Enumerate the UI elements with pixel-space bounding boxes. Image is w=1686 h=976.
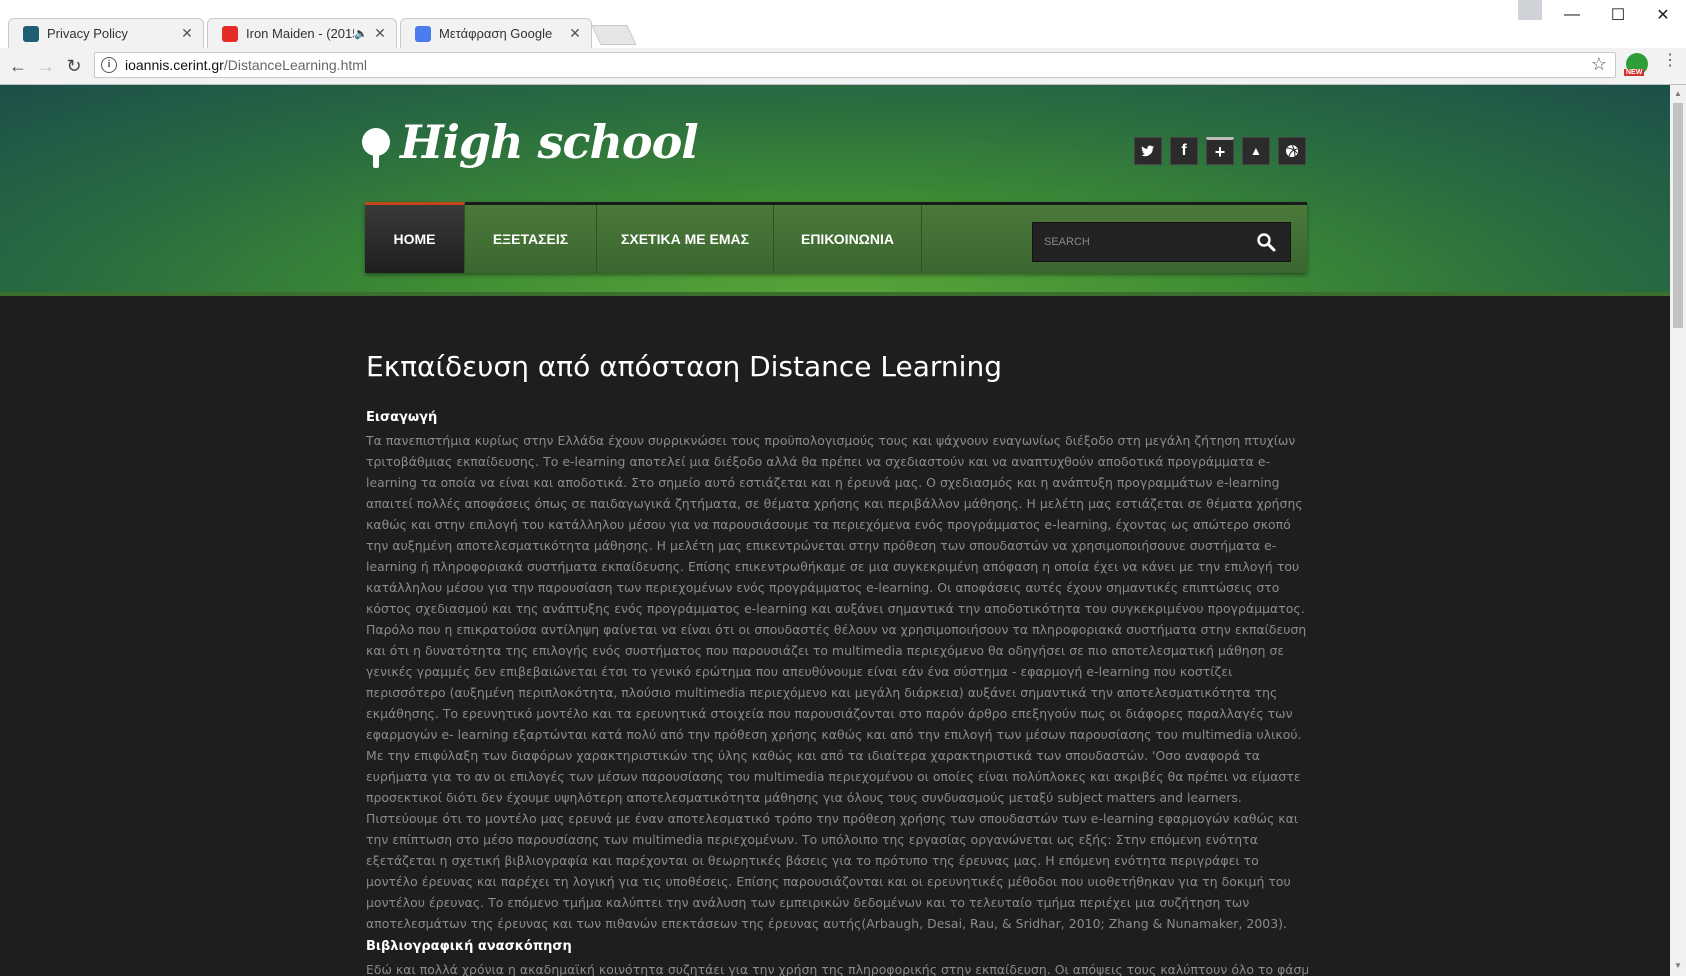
tab-title: Iron Maiden - (2015) 'T	[246, 26, 354, 41]
browser-titlebar: Privacy Policy ✕ Iron Maiden - (2015) 'T…	[0, 0, 1686, 49]
section-text-literature-review: Εδώ και πολλά χρόνια η ακαδημαϊκή κοινότ…	[366, 962, 1308, 976]
search-box	[1032, 222, 1291, 262]
nav-home[interactable]: HOME	[365, 202, 465, 273]
scroll-up-icon[interactable]: ▲	[1674, 89, 1682, 98]
reload-icon[interactable]: ↻	[62, 54, 86, 78]
tab-title: Privacy Policy	[47, 26, 128, 41]
page-scrollbar[interactable]: ▲ ▼	[1670, 85, 1686, 976]
nav-contact[interactable]: ΕΠΙΚΟΙΝΩΝΙΑ	[774, 205, 922, 273]
main-nav: HOME ΕΞΕΤΑΣΕΙΣ ΣΧΕΤΙΚΑ ΜΕ ΕΜΑΣ ΕΠΙΚΟΙΝΩΝ…	[365, 202, 1307, 273]
scroll-down-icon[interactable]: ▼	[1674, 961, 1682, 970]
dribbble-icon[interactable]	[1278, 137, 1306, 165]
url-path: /DistanceLearning.html	[223, 57, 368, 73]
twitter-icon[interactable]	[1134, 137, 1162, 165]
site-header: High school f + ▲ HOME ΕΞΕΤΑΣΕΙΣ ΣΧΕΤΙΚΑ…	[0, 85, 1670, 296]
tab-close-icon[interactable]: ✕	[372, 25, 388, 42]
privacy-policy-favicon-icon	[23, 25, 39, 42]
section-heading-introduction: Εισαγωγή	[366, 410, 438, 425]
window-close-icon[interactable]: ✕	[1640, 0, 1686, 30]
search-icon[interactable]	[1256, 232, 1276, 252]
nav-exams[interactable]: ΕΞΕΤΑΣΕΙΣ	[465, 205, 597, 273]
tab-iron-maiden[interactable]: Iron Maiden - (2015) 'T 🔈 ✕	[207, 18, 397, 48]
page-viewport: High school f + ▲ HOME ΕΞΕΤΑΣΕΙΣ ΣΧΕΤΙΚΑ…	[0, 85, 1670, 976]
speaker-icon[interactable]: 🔈	[354, 27, 368, 40]
page-title: Εκπαίδευση από απόσταση Distance Learnin…	[366, 350, 1002, 383]
url-host: ioannis.cerint.gr	[125, 57, 224, 73]
browser-menu-icon[interactable]: ⋮	[1662, 53, 1678, 69]
tab-close-icon[interactable]: ✕	[179, 25, 195, 42]
back-arrow-icon[interactable]: ←	[6, 54, 30, 78]
google-translate-favicon-icon	[415, 25, 431, 42]
browser-toolbar: ← → ↻ i ioannis.cerint.gr /DistanceLearn…	[0, 48, 1686, 85]
section-text-introduction: Τα πανεπιστήμια κυρίως στην Ελλάδα έχουν…	[366, 433, 1307, 931]
plus-icon[interactable]: +	[1206, 137, 1234, 165]
minimize-icon[interactable]: —	[1549, 0, 1595, 30]
globe-icon	[362, 128, 390, 168]
site-info-icon[interactable]: i	[101, 57, 117, 73]
tab-title: Μετάφραση Google	[439, 26, 553, 41]
site-logo[interactable]: High school	[362, 115, 699, 169]
scrollbar-thumb[interactable]	[1673, 103, 1683, 328]
triangle-icon[interactable]: ▲	[1242, 137, 1270, 165]
profile-avatar-icon[interactable]	[1518, 0, 1542, 20]
youtube-favicon-icon	[222, 25, 238, 42]
extension-new-badge: NEW	[1624, 69, 1645, 76]
maximize-icon[interactable]: ☐	[1595, 0, 1641, 30]
address-bar[interactable]: i ioannis.cerint.gr /DistanceLearning.ht…	[94, 52, 1616, 78]
facebook-icon[interactable]: f	[1170, 137, 1198, 165]
logo-text: High school	[400, 115, 699, 169]
bookmark-star-icon[interactable]: ☆	[1591, 54, 1607, 75]
nav-about-us[interactable]: ΣΧΕΤΙΚΑ ΜΕ ΕΜΑΣ	[597, 205, 774, 273]
section-heading-literature-review: Βιβλιογραφική ανασκόπηση	[366, 939, 572, 954]
new-tab-button[interactable]	[591, 25, 637, 45]
tab-google-translate[interactable]: Μετάφραση Google ✕	[400, 18, 592, 48]
forward-arrow-icon[interactable]: →	[34, 54, 58, 78]
tab-close-icon[interactable]: ✕	[567, 25, 583, 42]
tab-privacy-policy[interactable]: Privacy Policy ✕	[8, 18, 204, 48]
search-input[interactable]	[1033, 223, 1243, 261]
